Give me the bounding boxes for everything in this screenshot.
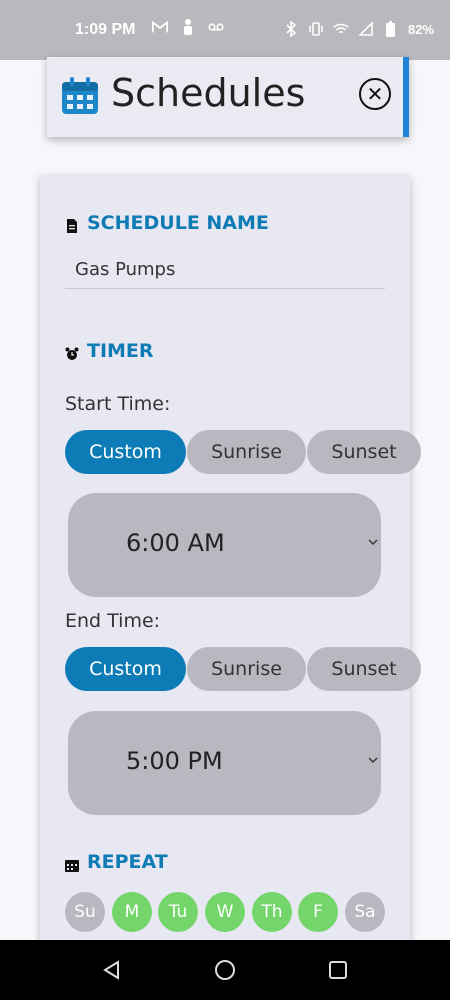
schedule-name-label: SCHEDULE NAME [87,212,269,234]
start-sunset-button[interactable]: Sunset [307,430,421,474]
home-icon[interactable] [213,958,237,982]
repeat-label: REPEAT [87,851,168,873]
battery-percent: 82% [407,21,434,37]
day-monday[interactable]: M [112,892,152,932]
timer-heading: TIMER [65,340,154,362]
status-system-icons: 82% [283,20,434,38]
notification-icon [180,18,196,36]
gmail-icon [152,18,168,36]
recents-icon[interactable] [326,958,350,982]
day-wednesday[interactable]: W [205,892,245,932]
close-button[interactable]: ✕ [359,78,391,110]
timer-label: TIMER [87,340,154,362]
document-icon [65,216,79,233]
status-notification-icons [152,18,224,36]
calendar-small-icon [65,855,79,872]
status-time: 1:09 PM [75,21,136,38]
end-custom-button[interactable]: Custom [65,647,186,691]
header-card: Schedules ✕ [47,57,409,137]
repeat-heading: REPEAT [65,851,168,873]
start-custom-button[interactable]: Custom [65,430,186,474]
battery-icon [383,20,399,38]
close-icon: ✕ [366,82,384,106]
signal-icon [358,20,374,38]
navigation-bar [0,940,450,1000]
vibrate-icon [308,20,324,38]
day-sunday[interactable]: Su [65,892,105,932]
back-icon[interactable] [100,958,124,982]
day-tuesday[interactable]: Tu [158,892,198,932]
end-sunset-button[interactable]: Sunset [307,647,421,691]
schedule-name-input[interactable] [65,251,385,289]
page-title: Schedules [111,71,306,115]
start-sunrise-button[interactable]: Sunrise [187,430,306,474]
chevron-down-icon [367,751,379,763]
schedule-name-heading: SCHEDULE NAME [65,212,269,234]
alarm-clock-icon [65,344,79,360]
schedule-form-card: SCHEDULE NAME TIMER Start Time: Custom S… [40,176,421,976]
end-time-select[interactable]: 5:00 PM [68,711,381,815]
chevron-down-icon [367,533,379,545]
end-time-value: 5:00 PM [126,747,223,775]
end-sunrise-button[interactable]: Sunrise [187,647,306,691]
calendar-icon [59,75,101,117]
start-time-label: Start Time: [65,393,171,415]
wifi-icon [333,20,349,38]
end-time-label: End Time: [65,610,161,632]
start-time-select[interactable]: 6:00 AM [68,493,381,597]
day-thursday[interactable]: Th [252,892,292,932]
bluetooth-icon [283,20,299,38]
day-saturday[interactable]: Sa [345,892,385,932]
voicemail-icon [208,18,224,36]
start-time-value: 6:00 AM [126,529,225,557]
status-bar: 1:09 PM 82% [0,0,450,60]
day-friday[interactable]: F [298,892,338,932]
